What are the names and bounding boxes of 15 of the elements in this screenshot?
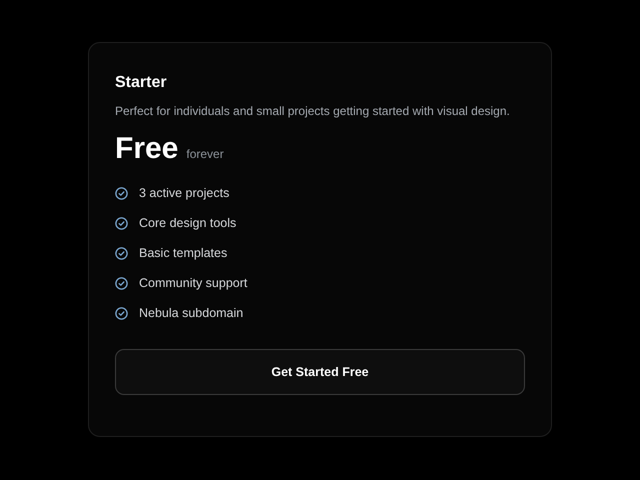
feature-text: Core design tools [139,215,236,231]
check-circle-icon [115,186,128,200]
check-circle-icon [115,216,128,230]
feature-text: Community support [139,275,248,291]
check-circle-icon [115,306,128,320]
feature-text: Basic templates [139,245,228,261]
get-started-button[interactable]: Get Started Free [115,349,525,395]
feature-text: 3 active projects [139,185,230,201]
check-circle-icon [115,246,128,260]
price-period: forever [186,147,224,161]
plan-title: Starter [115,73,168,93]
plan-description: Perfect for individuals and small projects getting started with visual design. [115,103,511,119]
plan-price: Free [115,131,178,167]
check-circle-icon [115,276,128,290]
feature-text: Nebula subdomain [139,305,244,321]
